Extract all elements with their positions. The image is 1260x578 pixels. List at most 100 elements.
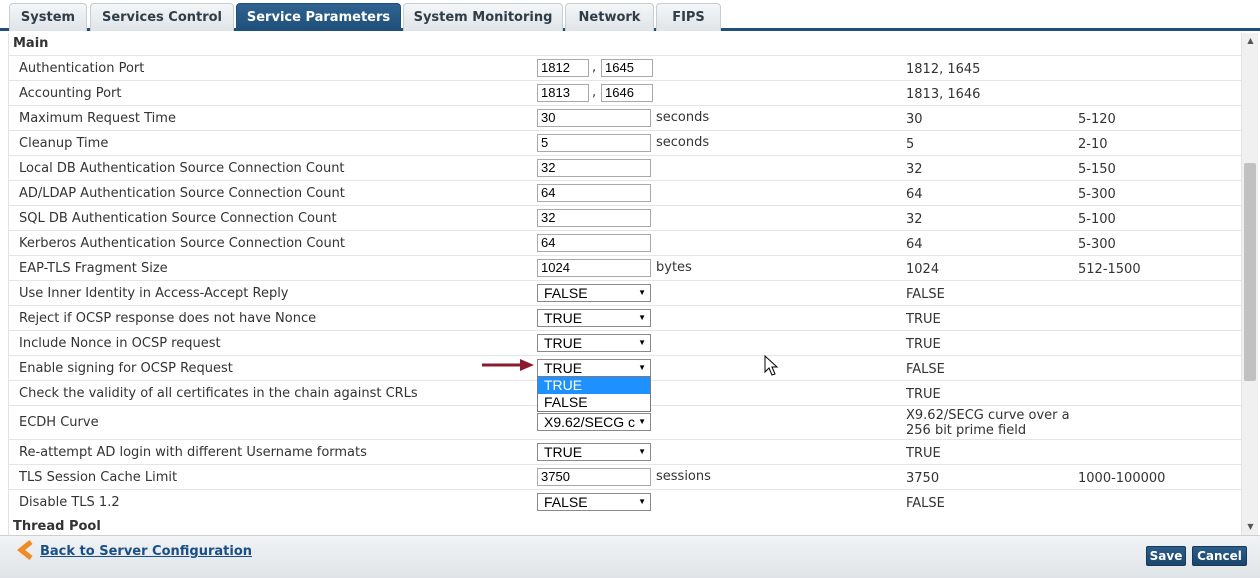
- unit-label: seconds: [656, 110, 710, 125]
- disable-tls12-select[interactable]: FALSE ▼: [537, 493, 651, 511]
- dropdown-option-false[interactable]: FALSE: [538, 394, 650, 411]
- param-label: Include Nonce in OCSP request: [19, 336, 221, 351]
- ocsp-signing-select[interactable]: TRUE ▼: [537, 359, 651, 377]
- default-value: FALSE: [906, 496, 945, 511]
- allowed-range: 5-120: [1078, 112, 1116, 127]
- footer-bar: Back to Server Configuration Save Cancel: [0, 535, 1260, 578]
- eap-tls-fragment-input[interactable]: 1024: [537, 259, 651, 277]
- default-value: 5: [906, 137, 915, 152]
- reject-ocsp-nonce-select[interactable]: TRUE ▼: [537, 309, 651, 327]
- tab-network[interactable]: Network: [565, 3, 654, 31]
- chevron-down-icon: ▼: [638, 313, 646, 322]
- section-title-main: Main: [13, 36, 49, 51]
- tab-bar: System Services Control Service Paramete…: [0, 0, 1260, 31]
- cleanup-time-input[interactable]: 5: [537, 134, 651, 152]
- chevron-down-icon: ▼: [638, 417, 646, 426]
- max-request-time-input[interactable]: 30: [537, 109, 651, 127]
- param-label: Kerberos Authentication Source Connectio…: [19, 236, 346, 251]
- select-value: X9.62/SECG c: [544, 414, 636, 430]
- mouse-cursor-icon: [764, 355, 779, 376]
- param-row: Local DB Authentication Source Connectio…: [9, 155, 1241, 180]
- param-label: Reject if OCSP response does not have No…: [19, 311, 317, 326]
- cancel-button[interactable]: Cancel: [1192, 546, 1247, 566]
- allowed-range: 5-150: [1078, 162, 1116, 177]
- default-value: 1813, 1646: [906, 87, 981, 102]
- param-row: Kerberos Authentication Source Connectio…: [9, 230, 1241, 255]
- default-value: TRUE: [906, 337, 941, 352]
- separator: ,: [592, 60, 597, 75]
- unit-label: sessions: [656, 469, 711, 484]
- acct-port-input[interactable]: 1813: [537, 84, 589, 102]
- tab-system[interactable]: System: [9, 3, 87, 31]
- default-value: 1024: [906, 262, 940, 277]
- ad-reattempt-select[interactable]: TRUE ▼: [537, 443, 651, 461]
- tls-session-cache-input[interactable]: 3750: [537, 468, 651, 486]
- param-row: AD/LDAP Authentication Source Connection…: [9, 180, 1241, 205]
- tab-service-parameters[interactable]: Service Parameters: [236, 3, 401, 31]
- param-label: Enable signing for OCSP Request: [19, 361, 233, 376]
- ocsp-signing-dropdown-list: TRUE FALSE: [537, 376, 651, 412]
- separator: ,: [592, 85, 597, 100]
- tab-system-monitoring[interactable]: System Monitoring: [403, 3, 563, 31]
- save-button[interactable]: Save: [1146, 546, 1186, 566]
- default-value: TRUE: [906, 387, 941, 402]
- param-row: Re-attempt AD login with different Usern…: [9, 439, 1241, 464]
- allowed-range: 512-1500: [1078, 262, 1141, 277]
- select-value: TRUE: [544, 360, 583, 376]
- kerberos-connection-input[interactable]: 64: [537, 234, 651, 252]
- param-label: EAP-TLS Fragment Size: [19, 261, 168, 276]
- sql-db-connection-input[interactable]: 32: [537, 209, 651, 227]
- include-nonce-select[interactable]: TRUE ▼: [537, 334, 651, 352]
- default-value: 32: [906, 162, 923, 177]
- select-value: FALSE: [544, 494, 588, 510]
- default-value: X9.62/SECG curve over a 256 bit prime fie…: [906, 408, 1070, 438]
- ad-ldap-connection-input[interactable]: 64: [537, 184, 651, 202]
- local-db-connection-input[interactable]: 32: [537, 159, 651, 177]
- param-label: Re-attempt AD login with different Usern…: [19, 445, 367, 460]
- param-row: Accounting Port 1813 , 1646 1813, 1646: [9, 80, 1241, 105]
- default-value: 32: [906, 212, 923, 227]
- default-value: 30: [906, 112, 923, 127]
- param-label: Cleanup Time: [19, 136, 109, 151]
- dropdown-option-true[interactable]: TRUE: [538, 377, 650, 394]
- scroll-up-icon[interactable]: ▲: [1242, 33, 1259, 49]
- section-title-thread-pool: Thread Pool: [13, 519, 101, 534]
- param-row: Cleanup Time 5 seconds 5 2-10: [9, 130, 1241, 155]
- allowed-range: 5-100: [1078, 212, 1116, 227]
- default-value-line2: 256 bit prime field: [906, 423, 1027, 438]
- back-arrow-icon[interactable]: [16, 540, 36, 560]
- default-value: 3750: [906, 471, 940, 486]
- default-value: FALSE: [906, 287, 945, 302]
- allowed-range: 2-10: [1078, 137, 1108, 152]
- tab-fips[interactable]: FIPS: [656, 3, 721, 31]
- param-label: SQL DB Authentication Source Connection …: [19, 211, 337, 226]
- param-label: TLS Session Cache Limit: [19, 470, 178, 485]
- param-row: Use Inner Identity in Access-Accept Repl…: [9, 280, 1241, 305]
- default-value: 64: [906, 187, 923, 202]
- param-label: ECDH Curve: [19, 415, 99, 430]
- ecdh-curve-select[interactable]: X9.62/SECG c ▼: [537, 413, 651, 431]
- back-to-server-config-link[interactable]: Back to Server Configuration: [40, 544, 252, 559]
- param-row: Maximum Request Time 30 seconds 30 5-120: [9, 105, 1241, 130]
- acct-port-secondary-input[interactable]: 1646: [601, 84, 653, 102]
- scrollbar-thumb[interactable]: [1244, 163, 1256, 381]
- param-label: Authentication Port: [19, 61, 145, 76]
- auth-port-secondary-input[interactable]: 1645: [601, 59, 653, 77]
- select-value: TRUE: [544, 310, 583, 326]
- param-row: Authentication Port 1812 , 1645 1812, 16…: [9, 55, 1241, 80]
- vertical-scrollbar[interactable]: ▲ ▼: [1241, 33, 1258, 535]
- default-value-line1: X9.62/SECG curve over a: [906, 408, 1070, 423]
- param-label: Maximum Request Time: [19, 111, 176, 126]
- select-value: TRUE: [544, 444, 583, 460]
- param-row: Reject if OCSP response does not have No…: [9, 305, 1241, 330]
- auth-port-input[interactable]: 1812: [537, 59, 589, 77]
- chevron-down-icon: ▼: [638, 497, 646, 506]
- param-row: SQL DB Authentication Source Connection …: [9, 205, 1241, 230]
- allowed-range: 1000-100000: [1078, 471, 1166, 486]
- tab-services-control[interactable]: Services Control: [90, 3, 234, 31]
- inner-identity-select[interactable]: FALSE ▼: [537, 284, 651, 302]
- param-label: Local DB Authentication Source Connectio…: [19, 161, 345, 176]
- parameters-panel: Main Authentication Port 1812 , 1645 181…: [8, 33, 1241, 535]
- scroll-down-icon[interactable]: ▼: [1242, 519, 1259, 535]
- param-label: AD/LDAP Authentication Source Connection…: [19, 186, 345, 201]
